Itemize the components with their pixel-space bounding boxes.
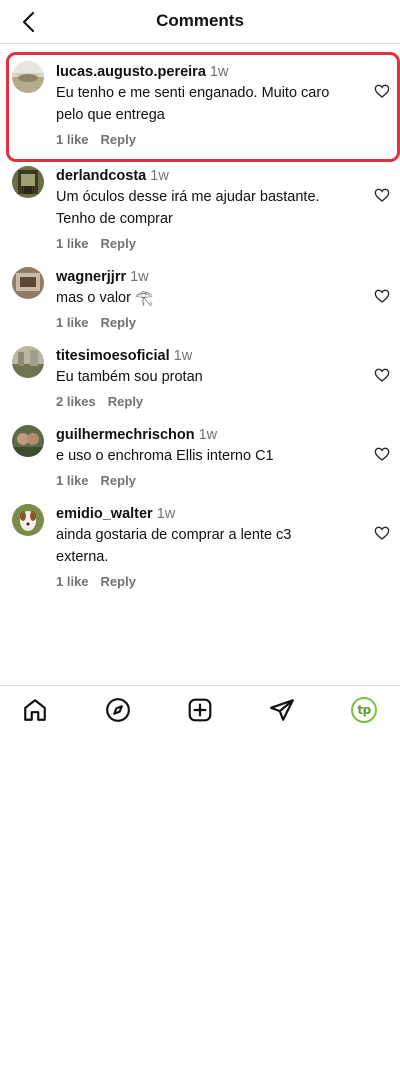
comment-username[interactable]: lucas.augusto.pereira xyxy=(56,64,206,80)
comment-item: derlandcosta 1w Um óculos desse irá me aj… xyxy=(0,156,400,257)
tab-direct[interactable] xyxy=(268,696,296,724)
heart-icon[interactable] xyxy=(374,187,390,203)
comment-username[interactable]: guilhermechrischon xyxy=(56,427,195,443)
comment-item: titesimoesoficial 1w Eu também sou protan… xyxy=(0,336,400,415)
new-post-icon xyxy=(188,698,212,722)
comment-item: guilhermechrischon 1w e uso o enchroma El… xyxy=(0,415,400,494)
comment-text: Um óculos desse irá me ajudar bastante. … xyxy=(56,189,320,227)
comment-text: mas o valor 𓂀 xyxy=(56,290,154,306)
avatar[interactable] xyxy=(12,425,44,457)
avatar[interactable] xyxy=(12,61,44,93)
heart-icon[interactable] xyxy=(374,83,390,99)
comment-username[interactable]: wagnerjjrr xyxy=(56,269,126,285)
comment-list: lucas.augusto.pereira 1w Eu tenho e me se… xyxy=(0,52,400,595)
comment-text: Eu tenho e me senti enganado. Muito caro… xyxy=(56,85,330,123)
page-title: Comments xyxy=(156,11,244,30)
reply-button[interactable]: Reply xyxy=(101,574,136,589)
reply-button[interactable]: Reply xyxy=(101,132,136,147)
reply-button[interactable]: Reply xyxy=(101,315,136,330)
comment-item: lucas.augusto.pereira 1w Eu tenho e me se… xyxy=(0,52,400,162)
comment-item: wagnerjjrr 1w mas o valor 𓂀 1 like Reply xyxy=(0,257,400,336)
avatar[interactable] xyxy=(12,504,44,536)
heart-icon[interactable] xyxy=(374,367,390,383)
like-count[interactable]: 1 like xyxy=(56,473,89,488)
comment-text: ainda gostaria de comprar a lente c3 ext… xyxy=(56,527,292,565)
tab-home[interactable] xyxy=(21,696,49,724)
comment-text: Eu também sou protan xyxy=(56,369,203,385)
home-icon xyxy=(24,699,46,721)
explore-icon xyxy=(106,698,130,722)
like-count[interactable]: 1 like xyxy=(56,236,89,251)
comment-username[interactable]: titesimoesoficial xyxy=(56,348,170,364)
comment-username[interactable]: derlandcosta xyxy=(56,168,146,184)
reply-button[interactable]: Reply xyxy=(101,236,136,251)
comment-username[interactable]: emidio_walter xyxy=(56,506,153,522)
like-count[interactable]: 2 likes xyxy=(56,394,96,409)
comment-item: emidio_walter 1w ainda gostaria de compra… xyxy=(0,494,400,595)
reply-button[interactable]: Reply xyxy=(101,473,136,488)
tab-new-post[interactable] xyxy=(186,696,214,724)
comment-time: 1w xyxy=(156,506,176,522)
tab-explore[interactable] xyxy=(104,696,132,724)
avatar[interactable] xyxy=(12,346,44,378)
comment-time: 1w xyxy=(130,269,149,285)
heart-icon[interactable] xyxy=(374,446,390,462)
like-count[interactable]: 1 like xyxy=(56,315,89,330)
comment-time: 1w xyxy=(173,348,193,364)
reply-button[interactable]: Reply xyxy=(108,394,143,409)
header: Comments xyxy=(0,0,400,44)
avatar[interactable] xyxy=(12,166,44,198)
comment-time: 1w xyxy=(209,64,229,80)
tab-profile[interactable]: tp xyxy=(350,696,378,724)
like-count[interactable]: 1 like xyxy=(56,574,89,589)
comment-text: e uso o enchroma Ellis interno C1 xyxy=(56,448,274,464)
comment-time: 1w xyxy=(198,427,218,443)
direct-icon xyxy=(270,699,294,721)
heart-icon[interactable] xyxy=(374,288,390,304)
avatar[interactable] xyxy=(12,267,44,299)
profile-icon: tp xyxy=(351,697,377,723)
like-count[interactable]: 1 like xyxy=(56,132,89,147)
heart-icon[interactable] xyxy=(374,525,390,541)
comment-time: 1w xyxy=(150,168,169,184)
bottom-tab-bar: tp xyxy=(0,685,400,731)
